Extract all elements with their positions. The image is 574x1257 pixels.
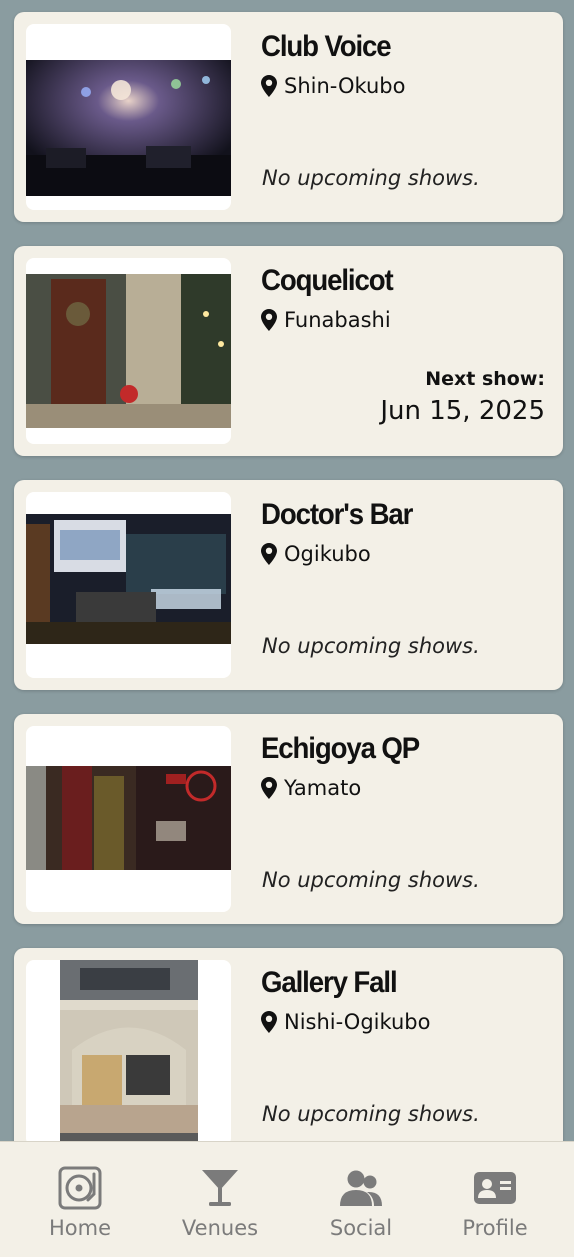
location-pin-icon (261, 1011, 277, 1033)
venue-name: Doctor's Bar (261, 498, 413, 531)
venue-thumbnail (26, 726, 231, 912)
venue-list: Club Voice Shin-Okubo No upcoming shows.… (0, 0, 574, 1141)
venue-thumbnail (26, 960, 231, 1141)
venue-thumbnail (26, 24, 231, 210)
tab-social[interactable]: Social (291, 1142, 431, 1257)
venue-photo (26, 766, 231, 870)
venue-location: Nishi-Ogikubo (261, 1010, 431, 1034)
tab-profile[interactable]: Profile (425, 1142, 565, 1257)
venue-location: Ogikubo (261, 542, 371, 566)
bottom-tab-bar: Home Venues Social Profile (0, 1141, 574, 1257)
location-pin-icon (261, 543, 277, 565)
venue-name: Coquelicot (261, 264, 394, 297)
venue-location: Shin-Okubo (261, 74, 405, 98)
location-pin-icon (261, 309, 277, 331)
venue-name: Gallery Fall (261, 966, 398, 999)
venue-location-label: Ogikubo (284, 542, 371, 566)
venue-location-label: Yamato (284, 776, 362, 800)
tab-home-label: Home (48, 1216, 111, 1240)
venue-card[interactable]: Echigoya QP Yamato No upcoming shows. (14, 714, 563, 924)
venue-photo (60, 960, 198, 1141)
venue-location: Yamato (261, 776, 361, 800)
tab-venues[interactable]: Venues (150, 1142, 290, 1257)
no-upcoming-shows: No upcoming shows. (262, 1102, 480, 1126)
no-upcoming-shows: No upcoming shows. (262, 166, 480, 190)
tab-home[interactable]: Home (10, 1142, 150, 1257)
cocktail-icon (202, 1170, 238, 1206)
venue-location-label: Nishi-Ogikubo (284, 1010, 431, 1034)
venue-thumbnail (26, 492, 231, 678)
users-icon (340, 1170, 382, 1206)
tab-venues-label: Venues (181, 1216, 259, 1240)
venue-card[interactable]: Doctor's Bar Ogikubo No upcoming shows. (14, 480, 563, 690)
no-upcoming-shows: No upcoming shows. (262, 868, 480, 892)
venue-location-label: Funabashi (284, 308, 391, 332)
venue-location-label: Shin-Okubo (284, 74, 406, 98)
venue-photo (26, 514, 231, 644)
venue-card[interactable]: Club Voice Shin-Okubo No upcoming shows. (14, 12, 563, 222)
location-pin-icon (261, 777, 277, 799)
id-card-icon (474, 1172, 516, 1204)
venue-name: Echigoya QP (261, 732, 420, 765)
next-show-date: Jun 15, 2025 (380, 396, 545, 426)
venue-photo (26, 60, 231, 196)
venue-thumbnail (26, 258, 231, 444)
venue-card[interactable]: Gallery Fall Nishi-Ogikubo No upcoming s… (14, 948, 563, 1141)
no-upcoming-shows: No upcoming shows. (262, 634, 480, 658)
location-pin-icon (261, 75, 277, 97)
next-show-label: Next show: (425, 368, 545, 390)
venue-name: Club Voice (261, 30, 392, 63)
venue-photo (26, 274, 231, 428)
tab-social-label: Social (329, 1216, 393, 1240)
turntable-icon (58, 1166, 102, 1210)
venue-card[interactable]: Coquelicot Funabashi Next show: Jun 15, … (14, 246, 563, 456)
venue-location: Funabashi (261, 308, 391, 332)
tab-profile-label: Profile (462, 1216, 528, 1240)
